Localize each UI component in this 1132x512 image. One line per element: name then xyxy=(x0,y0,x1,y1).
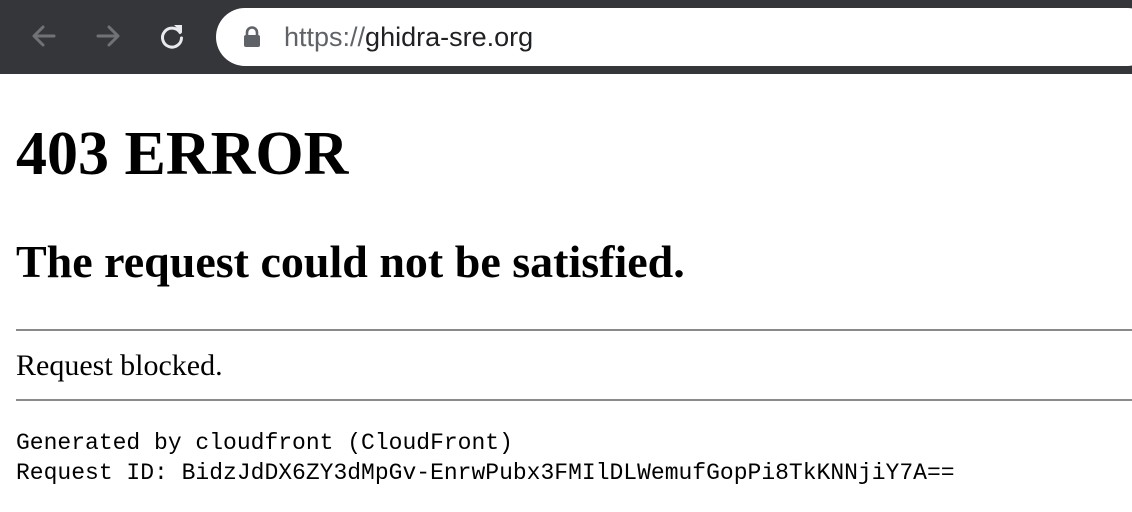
url-scheme: https:// xyxy=(284,22,366,52)
url-host: ghidra-sre.org xyxy=(365,22,534,52)
back-button[interactable] xyxy=(26,18,62,54)
error-subtitle: The request could not be satisfied. xyxy=(16,236,685,287)
forward-button[interactable] xyxy=(90,18,126,54)
divider xyxy=(16,329,1132,331)
error-details: Generated by cloudfront (CloudFront) Req… xyxy=(16,428,955,488)
divider xyxy=(16,399,1132,401)
url-text[interactable]: https://ghidra-sre.org xyxy=(284,8,533,66)
request-id-line: Request ID: BidzJdDX6ZY3dMpGv-EnrwPubx3F… xyxy=(16,460,955,486)
browser-toolbar: https://ghidra-sre.org xyxy=(0,0,1132,74)
reload-icon xyxy=(161,25,183,49)
error-title: 403 ERROR xyxy=(16,120,349,188)
forward-arrow-icon xyxy=(96,25,120,47)
address-bar[interactable]: https://ghidra-sre.org xyxy=(216,8,1132,66)
lock-icon xyxy=(244,26,260,47)
error-message: Request blocked. xyxy=(16,349,223,382)
reload-button[interactable] xyxy=(154,18,190,54)
generated-by-line: Generated by cloudfront (CloudFront) xyxy=(16,430,513,456)
back-arrow-icon xyxy=(32,25,56,47)
